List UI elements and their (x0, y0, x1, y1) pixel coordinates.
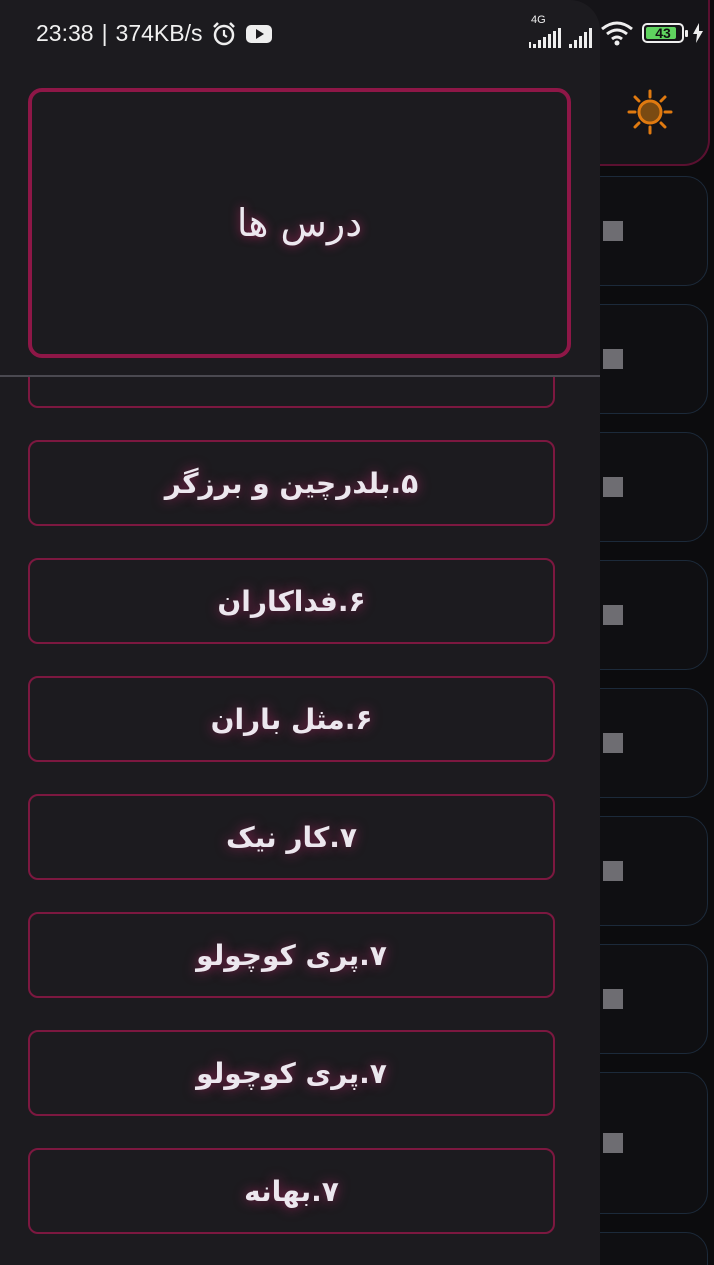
cellular-signal-1: 4G (529, 14, 561, 48)
drawer-title: درس ها (236, 201, 363, 245)
background-card-marker (603, 1133, 623, 1153)
signal-bars-icon (529, 26, 561, 48)
lesson-item[interactable]: ۷.پری کوچولو (28, 912, 555, 998)
alarm-icon (212, 21, 235, 45)
status-right: 4G 43 (529, 14, 704, 48)
background-card-marker (603, 477, 623, 497)
network-type: 4G (531, 14, 546, 26)
sun-icon[interactable] (626, 88, 674, 136)
clock: 23:38 (36, 20, 94, 46)
status-left: 23:38 | 374KB/s (36, 20, 273, 47)
background-card-marker (603, 861, 623, 881)
battery-level: 43 (655, 25, 671, 41)
lesson-list[interactable]: ۵.بلدرچین و برزگر ۶.فداکاران ۶.مثل باران… (0, 377, 600, 1265)
status-separator: | (101, 20, 108, 46)
screen: درس ها ۵.بلدرچین و برزگر ۶.فداکاران ۶.مث… (0, 0, 714, 1265)
lesson-item[interactable] (28, 377, 555, 408)
wifi-icon (601, 21, 633, 46)
background-card-marker (603, 221, 623, 241)
lesson-item[interactable]: ۷.پری کوچولو (28, 1030, 555, 1116)
drawer-header: درس ها (28, 88, 571, 358)
network-speed: 374KB/s (115, 20, 203, 46)
battery-icon: 43 (642, 23, 688, 43)
background-card-marker (603, 349, 623, 369)
background-card-marker (603, 605, 623, 625)
lesson-item[interactable]: ۶.مثل باران (28, 676, 555, 762)
lesson-item[interactable]: ۶.فداکاران (28, 558, 555, 644)
charging-icon (693, 23, 703, 43)
background-card-marker (603, 733, 623, 753)
lesson-item[interactable]: ۷.بهانه (28, 1148, 555, 1234)
lesson-item[interactable]: ۵.بلدرچین و برزگر (28, 440, 555, 526)
signal-bars-icon (569, 26, 592, 48)
lesson-item[interactable]: ۷.کار نیک (28, 794, 555, 880)
status-bar: 23:38 | 374KB/s 4G 43 (0, 0, 714, 70)
youtube-icon (245, 24, 272, 43)
background-card-marker (603, 989, 623, 1009)
navigation-drawer: درس ها ۵.بلدرچین و برزگر ۶.فداکاران ۶.مث… (0, 0, 600, 1265)
